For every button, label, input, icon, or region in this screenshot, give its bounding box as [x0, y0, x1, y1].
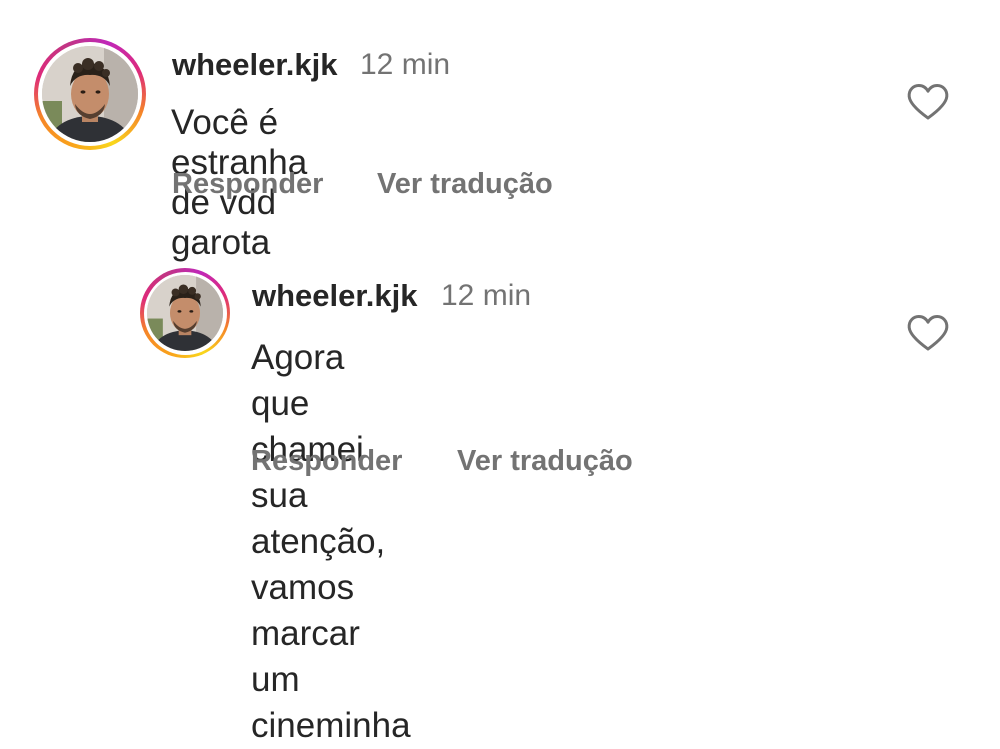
avatar-gap [38, 42, 142, 146]
heart-outline-icon[interactable] [906, 83, 950, 126]
comment-username[interactable]: wheeler.kjk [252, 278, 417, 314]
avatar-gap [143, 271, 227, 355]
avatar-story-ring[interactable] [34, 38, 146, 150]
profile-photo-icon [147, 275, 223, 351]
comment-timestamp: 12 min [441, 279, 532, 312]
avatar [147, 275, 223, 351]
reply-button[interactable]: Responder [251, 445, 402, 478]
see-translation-button[interactable]: Ver tradução [377, 168, 553, 201]
comment-text: Agora que chamei sua atenção, vamos marc… [251, 338, 411, 745]
see-translation-button[interactable]: Ver tradução [457, 445, 633, 478]
avatar-story-ring[interactable] [140, 268, 230, 358]
reply-button[interactable]: Responder [172, 168, 323, 201]
avatar [42, 46, 138, 142]
heart-outline-icon[interactable] [906, 314, 950, 357]
comment-username[interactable]: wheeler.kjk [172, 47, 337, 83]
profile-photo-icon [42, 46, 138, 142]
comment-timestamp: 12 min [360, 48, 451, 81]
